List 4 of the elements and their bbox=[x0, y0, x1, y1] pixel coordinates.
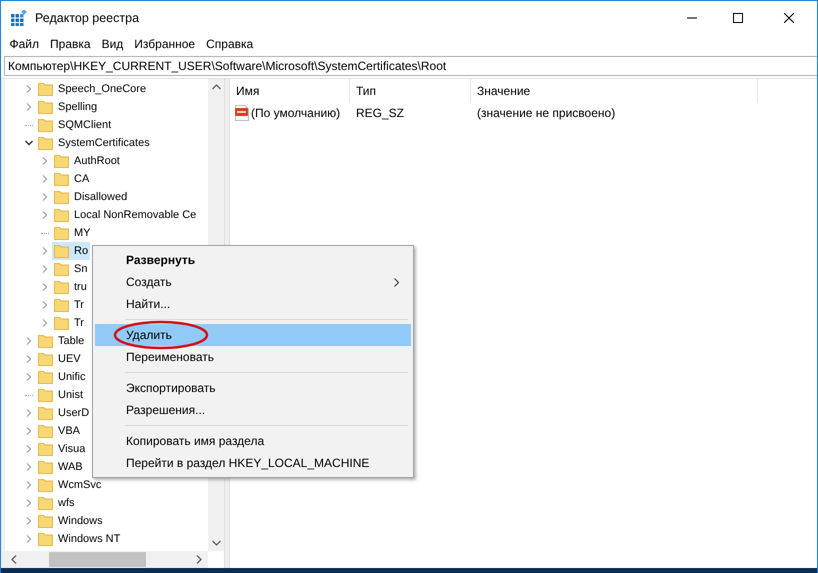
table-cell-text: REG_SZ bbox=[355, 106, 406, 120]
table-cell: (По умолчанию) bbox=[251, 106, 340, 120]
window-title: Редактор реестра bbox=[35, 10, 140, 24]
table-cell-text: (значение не присвоено) bbox=[476, 106, 616, 120]
